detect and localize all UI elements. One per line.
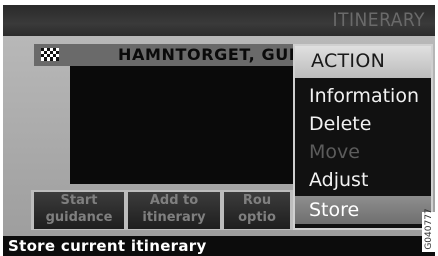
screen-title: ITINERARY <box>332 9 425 31</box>
add-to-itinerary-button[interactable]: Add to itinerary <box>128 192 220 229</box>
route-options-button[interactable]: Rou optio <box>224 192 290 229</box>
menu-item-store[interactable]: Store <box>295 196 431 224</box>
checkered-flag-icon <box>41 48 59 61</box>
navigation-screen: ITINERARY HAMNTORGET, GULI Start guidanc… <box>0 0 438 256</box>
menu-item-adjust[interactable]: Adjust <box>295 166 431 194</box>
action-menu-title: ACTION <box>311 50 386 72</box>
title-bar: ITINERARY <box>3 5 435 36</box>
menu-item-move: Move <box>309 141 360 163</box>
start-guidance-button[interactable]: Start guidance <box>34 192 124 229</box>
destination-name: HAMNTORGET, GULI <box>118 45 307 64</box>
menu-item-delete[interactable]: Delete <box>295 110 431 138</box>
status-text: Store current itinerary <box>8 237 207 255</box>
menu-item-information[interactable]: Information <box>295 82 431 110</box>
watermark-code: G040777 <box>424 208 434 250</box>
